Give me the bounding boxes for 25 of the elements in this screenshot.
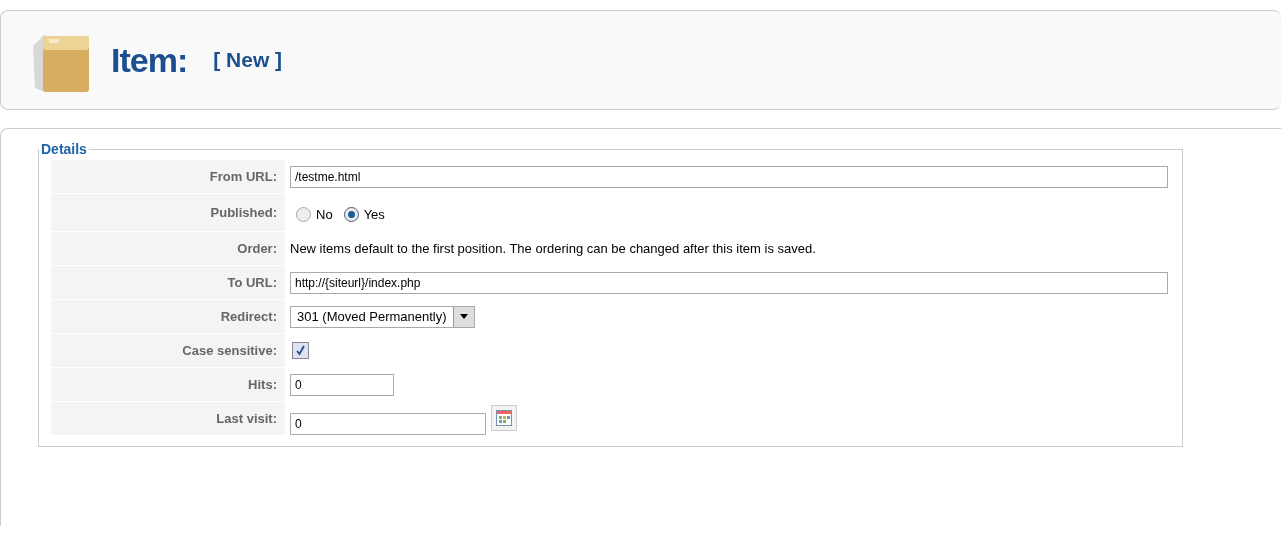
text-field[interactable]: http://{siteurl}/index.php bbox=[290, 271, 1168, 294]
radio-button[interactable] bbox=[343, 207, 359, 222]
field-label: From URL: bbox=[51, 160, 286, 193]
text-field[interactable]: 0 bbox=[290, 373, 394, 396]
field-label: Hits: bbox=[51, 368, 286, 401]
caret-icon bbox=[459, 314, 468, 319]
checkmark-icon bbox=[295, 345, 306, 356]
text-field[interactable]: 0 bbox=[290, 412, 486, 435]
field-label: Published: bbox=[51, 194, 286, 231]
redirect-dropdown[interactable]: 301 (Moved Permanently) bbox=[290, 305, 475, 328]
page-subtitle: [ New ] bbox=[213, 48, 283, 72]
fieldset-legend: Details bbox=[39, 141, 89, 157]
page-title: Item: bbox=[111, 40, 188, 80]
text-field[interactable]: /testme.html bbox=[290, 165, 1168, 188]
field-label: Case sensitive: bbox=[51, 334, 286, 367]
radio-label: Yes bbox=[363, 207, 385, 222]
field-label: Last visit: bbox=[51, 402, 286, 435]
radio-button[interactable] bbox=[296, 207, 311, 222]
field-label: Order: bbox=[51, 232, 286, 265]
field-label: To URL: bbox=[51, 266, 286, 299]
order-note: New items default to the first position. The ordering can be changed after this item is saved. bbox=[290, 241, 816, 256]
calendar-icon[interactable] bbox=[491, 405, 517, 431]
radio-label: No bbox=[316, 207, 333, 222]
checkbox[interactable] bbox=[292, 342, 309, 359]
field-label: Redirect: bbox=[51, 300, 286, 333]
